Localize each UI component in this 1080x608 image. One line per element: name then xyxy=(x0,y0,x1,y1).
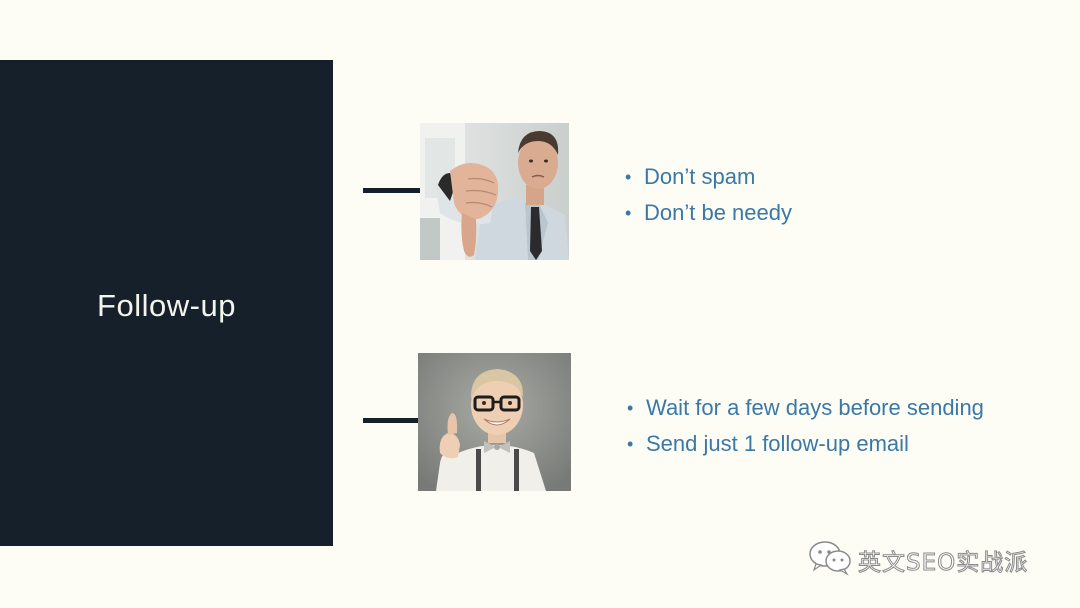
connector-line-2 xyxy=(363,418,418,423)
watermark: 英文SEO实战派 xyxy=(808,540,1028,580)
list-item: • Wait for a few days before sending xyxy=(626,390,984,426)
bullet-text: Don’t spam xyxy=(644,164,756,189)
bullet-dot: • xyxy=(627,434,634,454)
bullet-text: Send just 1 follow-up email xyxy=(646,431,909,456)
list-item: • Don’t be needy xyxy=(624,195,792,231)
bullet-dot: • xyxy=(627,398,634,418)
bullet-list-1: • Don’t spam • Don’t be needy xyxy=(624,159,792,231)
bullet-text: Wait for a few days before sending xyxy=(646,395,984,420)
bullet-text: Don’t be needy xyxy=(644,200,792,225)
bullet-dot: • xyxy=(625,203,632,223)
list-item: • Don’t spam xyxy=(624,159,792,195)
thumbs-down-man-photo xyxy=(420,123,569,260)
bullet-list-2: • Wait for a few days before sending • S… xyxy=(626,390,984,462)
wechat-icon xyxy=(808,540,852,581)
list-item: • Send just 1 follow-up email xyxy=(626,426,984,462)
watermark-text: 英文SEO实战派 xyxy=(857,550,1029,577)
connector-line-1 xyxy=(363,188,420,193)
thumbs-up-boy-photo xyxy=(418,353,571,491)
slide: Follow-up • Don’t spam • Don’t be needy … xyxy=(0,0,1080,608)
bullet-dot: • xyxy=(625,167,632,187)
slide-title: Follow-up xyxy=(97,288,236,323)
